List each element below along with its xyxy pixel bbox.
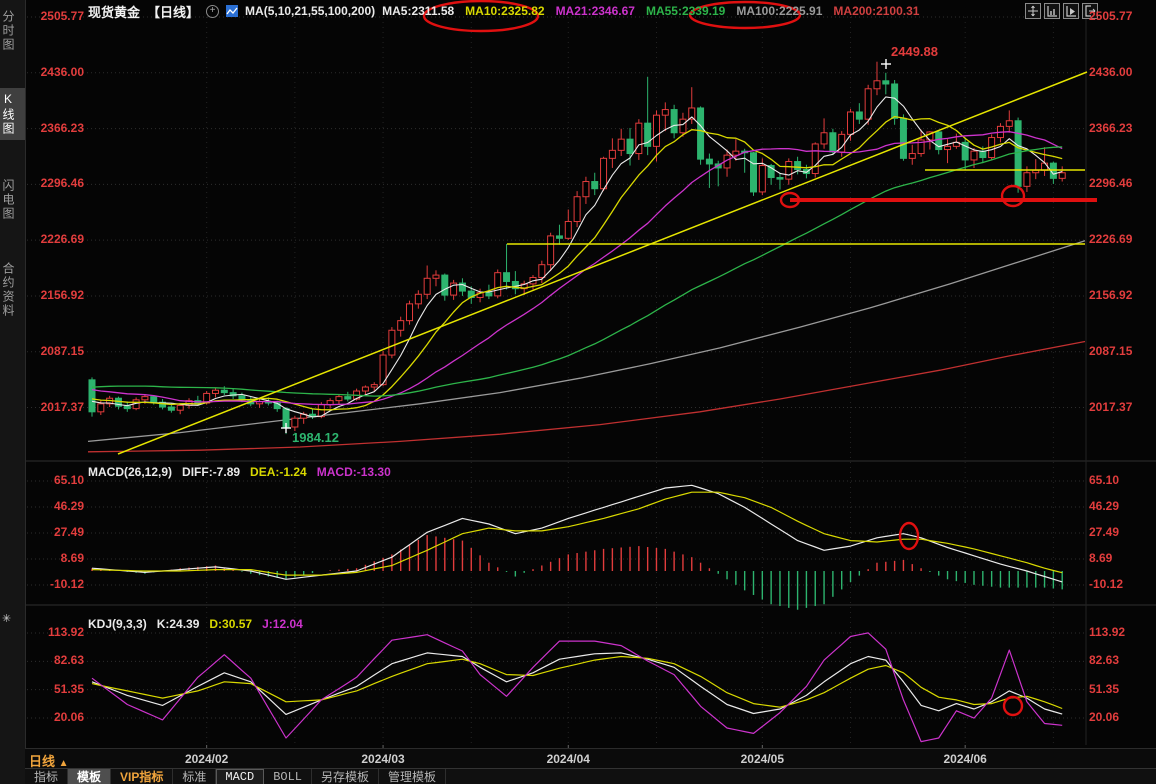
macd-title: MACD(26,12,9) [88, 465, 172, 479]
ma-legend-item-1: MA5:2311.58 [382, 4, 454, 18]
ma-legend-item-5: MA100:2225.91 [736, 4, 822, 18]
x-axis-month-label: 2024/03 [361, 752, 404, 766]
crosshair-icon[interactable] [1025, 3, 1041, 19]
left-sidebar: 分时图 K线图闪电图合约资料 ✳ [0, 0, 26, 784]
period-tag: 【日线】 [147, 2, 199, 21]
sidebar-item-1[interactable]: 分时图 [0, 6, 25, 56]
ma-legend-item-3: MA21:2346.67 [556, 4, 635, 18]
kdj-title: KDJ(9,3,3) [88, 617, 147, 631]
x-axis-month-label: 2024/05 [741, 752, 784, 766]
tab-VIP指标[interactable]: VIP指标 [111, 769, 173, 784]
tab-MACD[interactable]: MACD [216, 769, 264, 784]
indicator-tab-bar: 指标模板VIP指标标准MACDBOLL另存模板管理模板 [25, 768, 1156, 784]
kdj-panel-header: KDJ(9,3,3) K:24.39 D:30.57 J:12.04 [88, 617, 303, 631]
ma-legend: MA5:2311.58 MA10:2325.82 MA21:2346.67 MA55:… [382, 4, 922, 18]
macd-diff-value: DIFF:-7.89 [182, 465, 240, 479]
sidebar-item-4[interactable]: 合约资料 [0, 258, 25, 322]
exit-window-icon[interactable] [1082, 3, 1098, 19]
x-axis-month-label: 2024/02 [185, 752, 228, 766]
tab-管理模板[interactable]: 管理模板 [379, 769, 446, 784]
macd-dea-value: DEA:-1.24 [250, 465, 307, 479]
macd-panel-header: MACD(26,12,9) DIFF:-7.89 DEA:-1.24 MACD:… [88, 465, 391, 479]
tab-标准[interactable]: 标准 [173, 769, 216, 784]
kdj-d-value: D:30.57 [209, 617, 252, 631]
circle-plus-icon[interactable]: + [206, 5, 219, 18]
chart-canvas[interactable] [0, 0, 1156, 784]
macd-value: MACD:-13.30 [317, 465, 391, 479]
tab-模板[interactable]: 模板 [68, 769, 111, 784]
tab-BOLL[interactable]: BOLL [264, 769, 312, 784]
sidebar-item-2[interactable]: K线图 [0, 88, 25, 140]
trading-app-window: 分时图 K线图闪电图合约资料 ✳ 现货黄金 【日线】 + MA(5,10,21,5… [0, 0, 1156, 784]
ma-legend-item-2: MA10:2325.82 [465, 4, 544, 18]
period-selector-label: 日线 [29, 754, 55, 769]
x-axis-month-label: 2024/04 [547, 752, 590, 766]
sidebar-item-3[interactable]: 闪电图 [0, 175, 25, 225]
indicator-settings-icon[interactable]: ✳ [2, 612, 11, 625]
symbol-title: 现货黄金 [88, 2, 140, 21]
ma-legend-item-6: MA200:2100.31 [833, 4, 919, 18]
chart-toolbar [1025, 3, 1098, 19]
tab-指标[interactable]: 指标 [25, 769, 68, 784]
x-axis-timeline: 日线 ▲ 2024/022024/032024/042024/052024/06 [25, 748, 1156, 769]
ma-legend-item-4: MA55:2339.19 [646, 4, 725, 18]
kdj-j-value: J:12.04 [262, 617, 303, 631]
tab-另存模板[interactable]: 另存模板 [312, 769, 379, 784]
ma-param-label: MA(5,10,21,55,100,200) [245, 4, 375, 18]
kdj-k-value: K:24.39 [157, 617, 200, 631]
axis-chart-play-icon[interactable] [1063, 3, 1079, 19]
axis-chart-left-icon[interactable] [1044, 3, 1060, 19]
ma-legend-icon [226, 5, 238, 17]
chart-header: 现货黄金 【日线】 + MA(5,10,21,55,100,200) MA5:2… [88, 2, 922, 20]
x-axis-month-label: 2024/06 [943, 752, 986, 766]
